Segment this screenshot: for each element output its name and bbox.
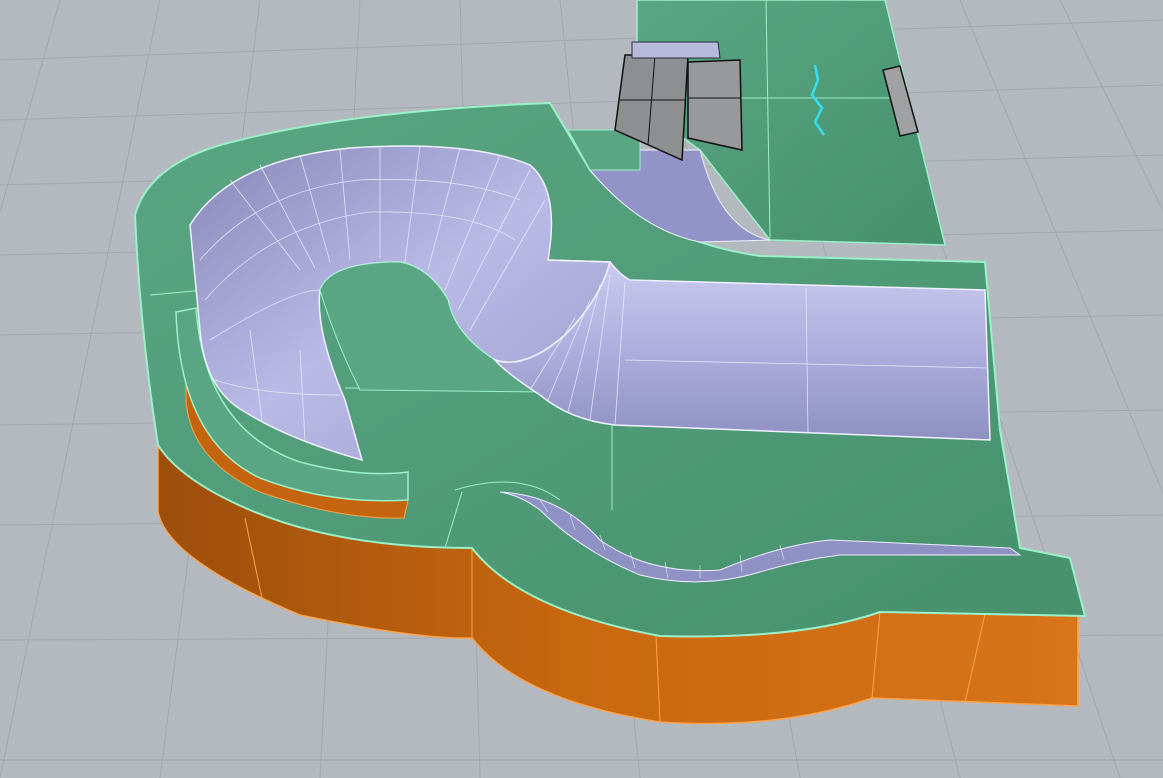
viewport-canvas[interactable] [0,0,1163,778]
small-ledge-obstacle[interactable] [631,41,721,59]
3d-viewport[interactable] [0,0,1163,778]
box-obstacle-right[interactable] [687,59,743,151]
